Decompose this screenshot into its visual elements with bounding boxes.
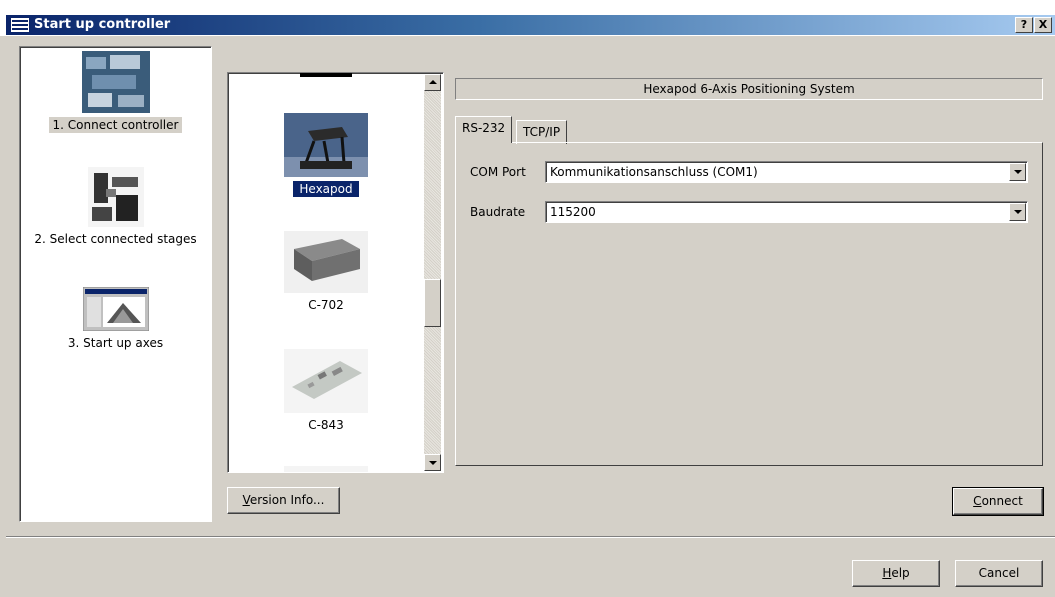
arrow-down-icon xyxy=(429,461,437,465)
step-label: 2. Select connected stages xyxy=(34,232,197,246)
cancel-button[interactable]: Cancel xyxy=(955,560,1043,587)
version-info-label: ersion Info... xyxy=(249,493,325,507)
com-port-dropdown-button[interactable] xyxy=(1009,163,1026,181)
hexapod-image xyxy=(284,113,368,177)
scroll-up-button[interactable] xyxy=(424,74,441,91)
controller-label: Hexapod xyxy=(292,180,360,198)
help-label: elp xyxy=(891,566,910,580)
stages-image xyxy=(87,167,144,227)
controller-label: C-843 xyxy=(308,418,344,432)
step-label: 3. Start up axes xyxy=(67,336,164,350)
controller-list[interactable]: Hexapod C-702 C-843 xyxy=(227,72,444,473)
baudrate-select[interactable]: 115200 xyxy=(545,201,1028,223)
step-select-stages[interactable]: 2. Select connected stages xyxy=(20,167,211,247)
connect-controller-image xyxy=(81,51,150,113)
start-axes-image xyxy=(82,287,149,331)
step-start-axes[interactable]: 3. Start up axes xyxy=(20,287,211,351)
list-item-c843[interactable]: C-843 xyxy=(228,349,424,433)
connect-label: onnect xyxy=(981,494,1023,508)
baudrate-value: 115200 xyxy=(550,205,596,219)
mnemonic-c: C xyxy=(973,494,982,508)
com-port-label: COM Port xyxy=(470,165,526,179)
step-label: 1. Connect controller xyxy=(48,117,183,133)
close-caption-button[interactable]: X xyxy=(1034,17,1052,33)
c702-controller-image xyxy=(284,231,368,293)
baudrate-label: Baudrate xyxy=(470,205,526,219)
version-info-button[interactable]: Version Info... xyxy=(227,487,340,514)
rs232-tab-panel: COM Port Kommunikationsanschluss (COM1) … xyxy=(455,142,1043,466)
scroll-thumb[interactable] xyxy=(424,279,441,327)
arrow-up-icon xyxy=(429,80,437,84)
com-port-value: Kommunikationsanschluss (COM1) xyxy=(550,165,758,179)
wizard-steps-panel: 1. Connect controller 2. Select connecte… xyxy=(19,46,212,522)
title-bar[interactable]: Start up controller ? X xyxy=(0,0,1055,36)
next-item-partial-image xyxy=(284,466,368,472)
mnemonic-h: H xyxy=(882,566,892,580)
help-button[interactable]: Help xyxy=(852,560,940,587)
c843-card-image xyxy=(284,349,368,413)
scroll-down-button[interactable] xyxy=(424,454,441,471)
com-port-select[interactable]: Kommunikationsanschluss (COM1) xyxy=(545,161,1028,183)
help-caption-button[interactable]: ? xyxy=(1015,17,1033,33)
chevron-down-icon xyxy=(1014,210,1022,214)
chevron-down-icon xyxy=(1014,170,1022,174)
list-item-c702[interactable]: C-702 xyxy=(228,231,424,313)
previous-item-partial-label xyxy=(300,73,352,77)
tab-rs232[interactable]: RS-232 xyxy=(455,116,513,143)
mnemonic-v: V xyxy=(242,493,250,507)
list-item-hexapod[interactable]: Hexapod xyxy=(228,113,424,198)
window-title: Start up controller xyxy=(34,17,171,32)
controller-label: C-702 xyxy=(308,298,344,312)
tab-tcpip[interactable]: TCP/IP xyxy=(516,120,568,144)
app-icon[interactable] xyxy=(10,17,30,33)
system-name-display: Hexapod 6-Axis Positioning System xyxy=(455,78,1043,100)
connect-button[interactable]: Connect xyxy=(952,487,1044,516)
step-connect-controller[interactable]: 1. Connect controller xyxy=(20,51,211,133)
baudrate-dropdown-button[interactable] xyxy=(1009,203,1026,221)
list-scrollbar[interactable] xyxy=(424,74,441,471)
separator-line xyxy=(6,536,1055,538)
